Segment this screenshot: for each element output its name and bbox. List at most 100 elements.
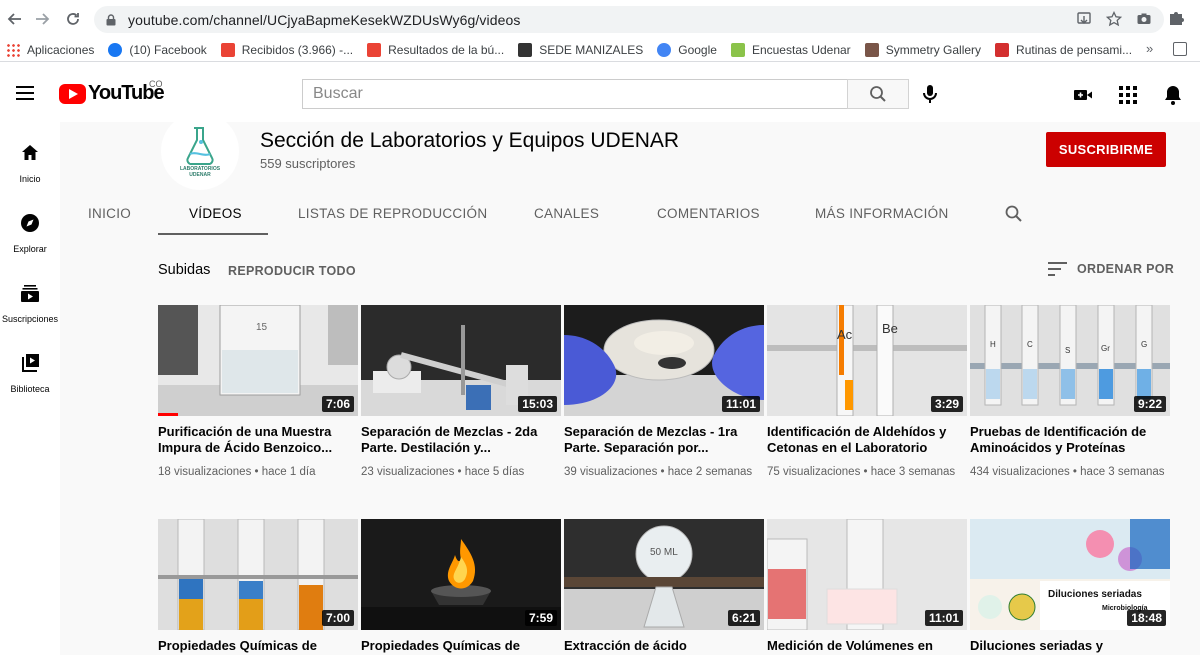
tab-inicio[interactable]: INICIO	[88, 206, 131, 221]
bookmark-item[interactable]: Encuestas Udenar	[730, 42, 851, 57]
video-metadata: 23 visualizaciones • hace 5 días	[361, 464, 561, 481]
video-card[interactable]: H C S Gr G 9:22 Pruebas de Identificación…	[970, 305, 1170, 481]
browser-toolbar: youtube.com/channel/UCjyaBapmeKesekWZDUs…	[0, 0, 1200, 38]
avatar-text: LABORATORIOS UDENAR	[179, 166, 221, 178]
bookmark-item[interactable]: SEDE MANIZALES	[518, 42, 644, 57]
duration-badge: 7:59	[524, 610, 557, 626]
video-thumbnail[interactable]: Diluciones seriadas Microbiología 18:48	[970, 519, 1170, 630]
reload-icon	[67, 13, 79, 25]
arrow-left-icon	[7, 13, 21, 25]
duration-badge: 6:21	[727, 610, 760, 626]
video-title[interactable]: Identificación de Aldehídos y Cetonas en…	[767, 424, 967, 456]
reading-list-icon[interactable]	[1173, 42, 1187, 56]
meta-separator: •	[860, 466, 871, 478]
bookmark-item[interactable]: Google	[657, 42, 717, 57]
tab-listas[interactable]: LISTAS DE REPRODUCCIÓN	[298, 206, 487, 221]
more-bookmarks-chevron-icon[interactable]: »	[1146, 41, 1153, 56]
video-card[interactable]: 7:59 Propiedades Químicas de	[361, 519, 561, 655]
guide-item-subscriptions[interactable]: Suscripciones	[0, 282, 60, 324]
video-thumbnail[interactable]: 50 ML 6:21	[564, 519, 764, 630]
video-title[interactable]: Extracción de ácido	[564, 638, 764, 655]
guide-item-explore[interactable]: Explorar	[0, 212, 60, 254]
video-title[interactable]: Separación de Mezclas - 2da Parte. Desti…	[361, 424, 561, 456]
video-thumbnail[interactable]: 15:03	[361, 305, 561, 416]
video-thumbnail[interactable]: 11:01	[564, 305, 764, 416]
bookmarks-bar: Aplicaciones (10) Facebook Recibidos (3.96…	[0, 38, 1200, 62]
apps-grid-icon[interactable]	[1117, 84, 1139, 106]
menu-icon[interactable]	[16, 86, 34, 100]
video-card[interactable]: Diluciones seriadas Microbiología 18:48 D…	[970, 519, 1170, 655]
puzzle-icon[interactable]	[1168, 10, 1186, 26]
bookmark-item[interactable]: Resultados de la bú...	[367, 42, 504, 57]
search-button[interactable]	[847, 79, 909, 109]
country-code: CO	[149, 79, 163, 89]
video-title[interactable]: Medición de Volúmenes en	[767, 638, 967, 655]
camera-icon[interactable]	[1136, 11, 1152, 27]
address-bar[interactable]: youtube.com/channel/UCjyaBapmeKesekWZDUs…	[94, 6, 1164, 33]
video-thumbnail[interactable]: 7:59	[361, 519, 561, 630]
play-all-button[interactable]: REPRODUCIR TODO	[228, 264, 356, 278]
bookmark-label: Encuestas Udenar	[751, 42, 851, 57]
microphone-icon[interactable]	[918, 82, 942, 106]
apps-grid-icon	[6, 42, 20, 57]
star-icon[interactable]	[1106, 11, 1122, 27]
create-video-icon[interactable]	[1072, 84, 1094, 106]
guide-label: Biblioteca	[10, 384, 50, 394]
video-title[interactable]: Separación de Mezclas - 1ra Parte. Separ…	[564, 424, 764, 456]
video-thumbnail[interactable]: 7:00	[158, 519, 358, 630]
meta-separator: •	[251, 466, 262, 478]
tube-label: H	[990, 340, 996, 349]
gmail-icon	[367, 42, 382, 57]
sort-button[interactable]: ORDENAR POR	[1048, 262, 1174, 276]
view-count: 434 visualizaciones	[970, 466, 1070, 478]
channel-page: LABORATORIOS UDENAR Sección de Laborator…	[60, 112, 1200, 655]
tube-label-ac: Ac	[837, 327, 853, 342]
upload-age: hace 5 días	[464, 466, 525, 478]
video-title[interactable]: Pruebas de Identificación de Aminoácidos…	[970, 424, 1170, 456]
video-metadata: 18 visualizaciones • hace 1 día	[158, 464, 358, 481]
guide-item-library[interactable]: Biblioteca	[0, 352, 60, 394]
guide-label: Suscripciones	[1, 314, 59, 324]
video-card[interactable]: 7:00 Propiedades Químicas de	[158, 519, 358, 655]
bookmark-item[interactable]: Rutinas de pensami...	[995, 42, 1133, 57]
install-app-icon[interactable]	[1076, 11, 1092, 27]
video-thumbnail[interactable]: 15 7:06	[158, 305, 358, 416]
subscribe-button[interactable]: SUSCRIBIRME	[1046, 132, 1166, 167]
video-card[interactable]: 15:03 Separación de Mezclas - 2da Parte. …	[361, 305, 561, 481]
youtube-logo[interactable]: YouTube CO	[59, 79, 165, 105]
bookmark-item[interactable]: Recibidos (3.966) -...	[220, 42, 353, 57]
gmail-icon	[220, 42, 235, 57]
bell-icon[interactable]	[1162, 84, 1184, 106]
url-text: youtube.com/channel/UCjyaBapmeKesekWZDUs…	[128, 11, 521, 28]
channel-avatar[interactable]: LABORATORIOS UDENAR	[161, 112, 239, 190]
guide-item-home[interactable]: Inicio	[0, 142, 60, 184]
channel-search-icon[interactable]	[1004, 204, 1024, 224]
video-thumbnail[interactable]: 11:01	[767, 519, 967, 630]
video-thumbnail[interactable]: Ac Be 3:29	[767, 305, 967, 416]
search-input[interactable]: Buscar	[302, 79, 848, 109]
video-card[interactable]: 15 7:06 Purificación de una Muestra Impur…	[158, 305, 358, 481]
search-placeholder: Buscar	[313, 85, 363, 102]
video-title[interactable]: Propiedades Químicas de	[361, 638, 561, 655]
reload-button[interactable]	[58, 4, 88, 34]
bookmark-item[interactable]: Aplicaciones	[6, 42, 94, 57]
video-title[interactable]: Diluciones seriadas y	[970, 638, 1170, 655]
video-card[interactable]: Ac Be 3:29 Identificación de Aldehídos y …	[767, 305, 967, 481]
video-thumbnail[interactable]: H C S Gr G 9:22	[970, 305, 1170, 416]
tab-mas-informacion[interactable]: MÁS INFORMACIÓN	[815, 206, 949, 221]
video-metadata: 39 visualizaciones • hace 2 semanas	[564, 464, 764, 481]
bookmark-label: Rutinas de pensami...	[1016, 42, 1133, 57]
video-card[interactable]: 50 ML 6:21 Extracción de ácido	[564, 519, 764, 655]
forward-button[interactable]	[27, 4, 57, 34]
bookmark-item[interactable]: Symmetry Gallery	[864, 42, 981, 57]
bookmark-label: SEDE MANIZALES	[539, 42, 644, 57]
video-title[interactable]: Purificación de una Muestra Impura de Ác…	[158, 424, 358, 456]
tab-canales[interactable]: CANALES	[534, 206, 599, 221]
video-card[interactable]: 11:01 Separación de Mezclas - 1ra Parte. …	[564, 305, 764, 481]
video-title[interactable]: Propiedades Químicas de	[158, 638, 358, 655]
video-card[interactable]: 11:01 Medición de Volúmenes en	[767, 519, 967, 655]
tab-videos[interactable]: VÍDEOS	[189, 206, 242, 221]
bookmark-item[interactable]: (10) Facebook	[108, 42, 207, 57]
tab-comentarios[interactable]: COMENTARIOS	[657, 206, 760, 221]
back-button[interactable]	[0, 4, 30, 34]
